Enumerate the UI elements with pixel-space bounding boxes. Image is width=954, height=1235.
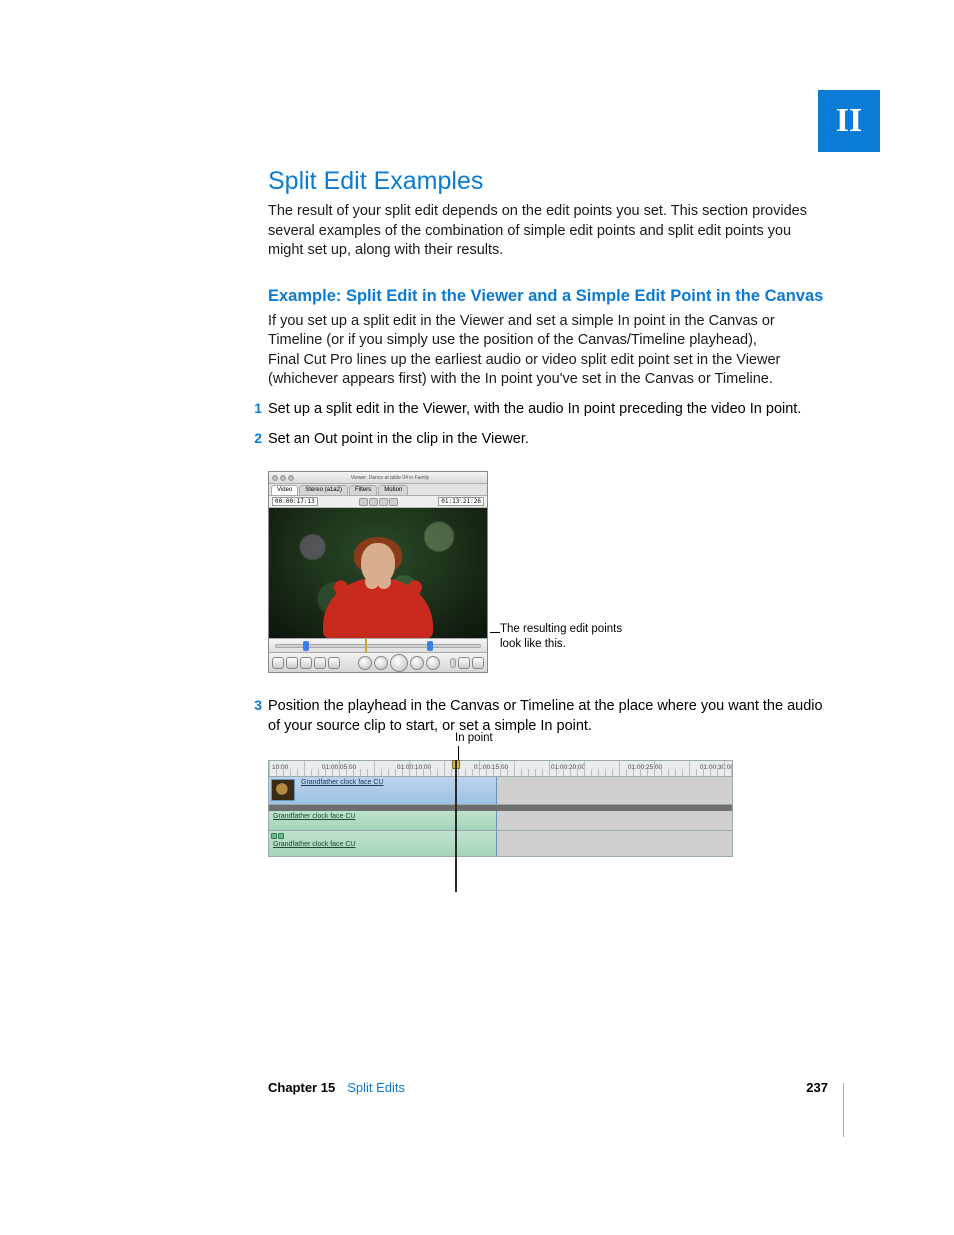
viewer-figure: Viewer: Dance at table 04 in Family Vide… xyxy=(268,471,828,673)
viewer-duration[interactable]: 00:00:17:13 xyxy=(272,497,318,506)
viewer-title: Viewer: Dance at table 04 in Family xyxy=(351,475,430,481)
out-point-marker-icon[interactable] xyxy=(427,641,433,651)
play-in-to-out-button[interactable] xyxy=(374,656,388,670)
viewer-transport-controls xyxy=(269,652,487,672)
timeline-audio-clip[interactable]: Grandfather clock face CU xyxy=(269,811,497,830)
ruler-timecode: 10:00 xyxy=(272,764,288,771)
play-button[interactable] xyxy=(390,654,408,672)
viewer-tabs: Video Stereo (a1a2) Filters Motion xyxy=(269,484,487,496)
timeline-figure: In point 10:00 01:00:05:00 01:00:10:00 0… xyxy=(268,760,733,857)
play-around-button[interactable] xyxy=(410,656,424,670)
timeline-video-track[interactable]: Grandfather clock face CU xyxy=(268,777,733,805)
stereo-pair-icon xyxy=(271,833,284,839)
example-heading: Example: Split Edit in the Viewer and a … xyxy=(268,287,828,306)
viewer-callout-text: The resulting edit points look like this… xyxy=(500,622,640,651)
intro-paragraph: The result of your split edit depends on… xyxy=(268,202,828,261)
next-edit-button[interactable] xyxy=(426,656,440,670)
window-close-icon xyxy=(272,475,278,481)
timeline-callout-text: In point xyxy=(455,732,493,744)
mark-in-button[interactable] xyxy=(272,657,284,669)
step-1: 1 Set up a split edit in the Viewer, wit… xyxy=(268,400,828,420)
tab-filters[interactable]: Filters xyxy=(349,485,377,495)
add-marker-button[interactable] xyxy=(300,657,312,669)
viewer-current-tc[interactable]: 01:13:21:26 xyxy=(438,497,484,506)
window-minimize-icon xyxy=(280,475,286,481)
add-keyframe-button[interactable] xyxy=(314,657,326,669)
clip-label: Grandfather clock face CU xyxy=(301,779,383,786)
prev-edit-button[interactable] xyxy=(358,656,372,670)
timeline-audio-track-1[interactable]: Grandfather clock face CU xyxy=(268,811,733,831)
in-point-marker-icon[interactable] xyxy=(303,641,309,651)
section-tab: II xyxy=(818,90,880,152)
mark-out-button[interactable] xyxy=(286,657,298,669)
shuttle-control[interactable] xyxy=(450,658,456,668)
timeline-callout: In point xyxy=(455,732,493,744)
viewer-window: Viewer: Dance at table 04 in Family Vide… xyxy=(268,471,488,673)
step-number: 1 xyxy=(250,400,268,420)
page-footer: Chapter 15 Split Edits 237 xyxy=(268,1080,828,1095)
step-2: 2 Set an Out point in the clip in the Vi… xyxy=(268,430,828,450)
tab-video[interactable]: Video xyxy=(271,485,298,495)
section-heading: Split Edit Examples xyxy=(268,167,828,196)
timeline-video-clip[interactable]: Grandfather clock face CU xyxy=(269,777,497,804)
viewer-zoom-controls[interactable] xyxy=(359,498,398,506)
mark-clip-button[interactable] xyxy=(328,657,340,669)
step-number: 3 xyxy=(250,697,268,736)
step-text: Set up a split edit in the Viewer, with … xyxy=(268,400,801,420)
clip-label: Grandfather clock face CU xyxy=(273,841,355,848)
tab-stereo[interactable]: Stereo (a1a2) xyxy=(299,485,348,495)
viewer-scrubber[interactable] xyxy=(269,638,487,652)
timeline-audio-track-2[interactable]: Grandfather clock face CU xyxy=(268,831,733,857)
step-number: 2 xyxy=(250,430,268,450)
callout-leader-line xyxy=(490,632,500,633)
tab-motion[interactable]: Motion xyxy=(378,485,408,495)
viewer-titlebar: Viewer: Dance at table 04 in Family xyxy=(269,472,487,484)
footer-page-number: 237 xyxy=(806,1080,828,1095)
timeline-ruler[interactable]: 10:00 01:00:05:00 01:00:10:00 01:00:15:0… xyxy=(268,760,733,777)
step-3: 3 Position the playhead in the Canvas or… xyxy=(268,697,828,736)
overwrite-button[interactable] xyxy=(472,657,484,669)
viewer-timecode-row: 00:00:17:13 01:13:21:26 xyxy=(269,496,487,508)
page-edge-rule xyxy=(843,1083,844,1137)
step-text: Position the playhead in the Canvas or T… xyxy=(268,697,828,736)
footer-title: Split Edits xyxy=(347,1080,405,1095)
step-text: Set an Out point in the clip in the View… xyxy=(268,430,529,450)
timeline-audio-clip[interactable]: Grandfather clock face CU xyxy=(269,831,497,856)
insert-button[interactable] xyxy=(458,657,470,669)
window-zoom-icon xyxy=(288,475,294,481)
viewer-image xyxy=(269,508,487,638)
footer-chapter: Chapter 15 xyxy=(268,1080,335,1095)
example-paragraph: If you set up a split edit in the Viewer… xyxy=(268,312,828,390)
clip-thumbnail-icon xyxy=(271,779,295,801)
clip-label: Grandfather clock face CU xyxy=(273,813,355,820)
playhead-icon[interactable] xyxy=(365,639,367,653)
